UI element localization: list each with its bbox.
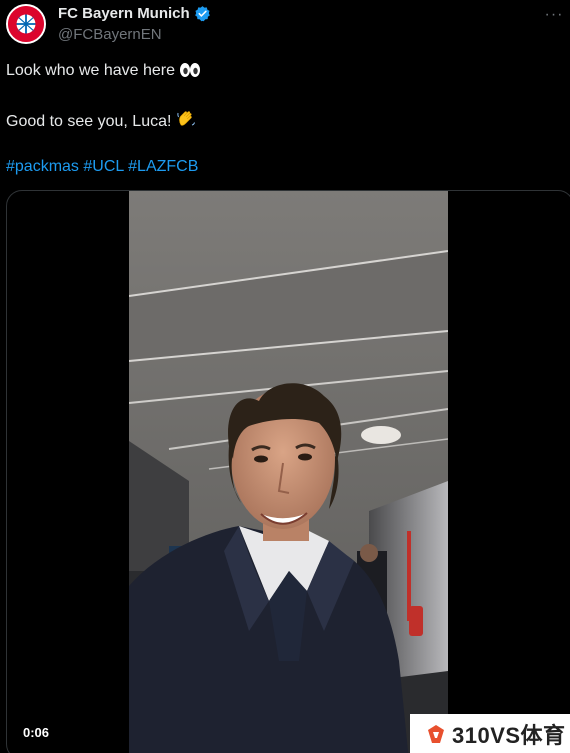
tweet-line-1: Look who we have here — [6, 61, 201, 81]
avatar[interactable] — [6, 4, 46, 44]
hashtag-ucl[interactable]: #UCL — [83, 158, 123, 175]
display-name[interactable]: FC Bayern Munich — [58, 5, 190, 22]
video-timestamp: 0:06 — [23, 725, 50, 740]
hashtag-lazfcb[interactable]: #LAZFCB — [128, 158, 198, 175]
hashtag-packmas[interactable]: #packmas — [6, 158, 79, 175]
tweet-text-line1: Look who we have here — [6, 62, 175, 79]
waving-hand-emoji-icon — [177, 111, 195, 126]
fc-bayern-logo-icon — [8, 6, 44, 42]
watermark-logo-icon — [428, 724, 444, 743]
verified-badge-icon — [194, 6, 210, 22]
watermark-text: 310VS体育 — [452, 722, 566, 748]
tweet-text-line2: Good to see you, Luca! — [6, 113, 172, 130]
video-player[interactable]: 0:06 — [6, 190, 570, 753]
watermark: 310VS体育 — [410, 714, 570, 753]
account-handle[interactable]: @FCBayernEN — [58, 26, 162, 43]
video-frame[interactable] — [129, 191, 448, 753]
tweet-line-2: Good to see you, Luca! — [6, 109, 196, 132]
tweet-header: FC Bayern Munich @FCBayernEN ··· — [6, 4, 564, 46]
tweet-hashtags: #packmas #UCL #LAZFCB — [6, 157, 198, 177]
more-options-icon[interactable]: ··· — [544, 6, 564, 26]
video-thumbnail-image — [129, 191, 448, 753]
eyes-emoji-icon — [180, 63, 201, 77]
